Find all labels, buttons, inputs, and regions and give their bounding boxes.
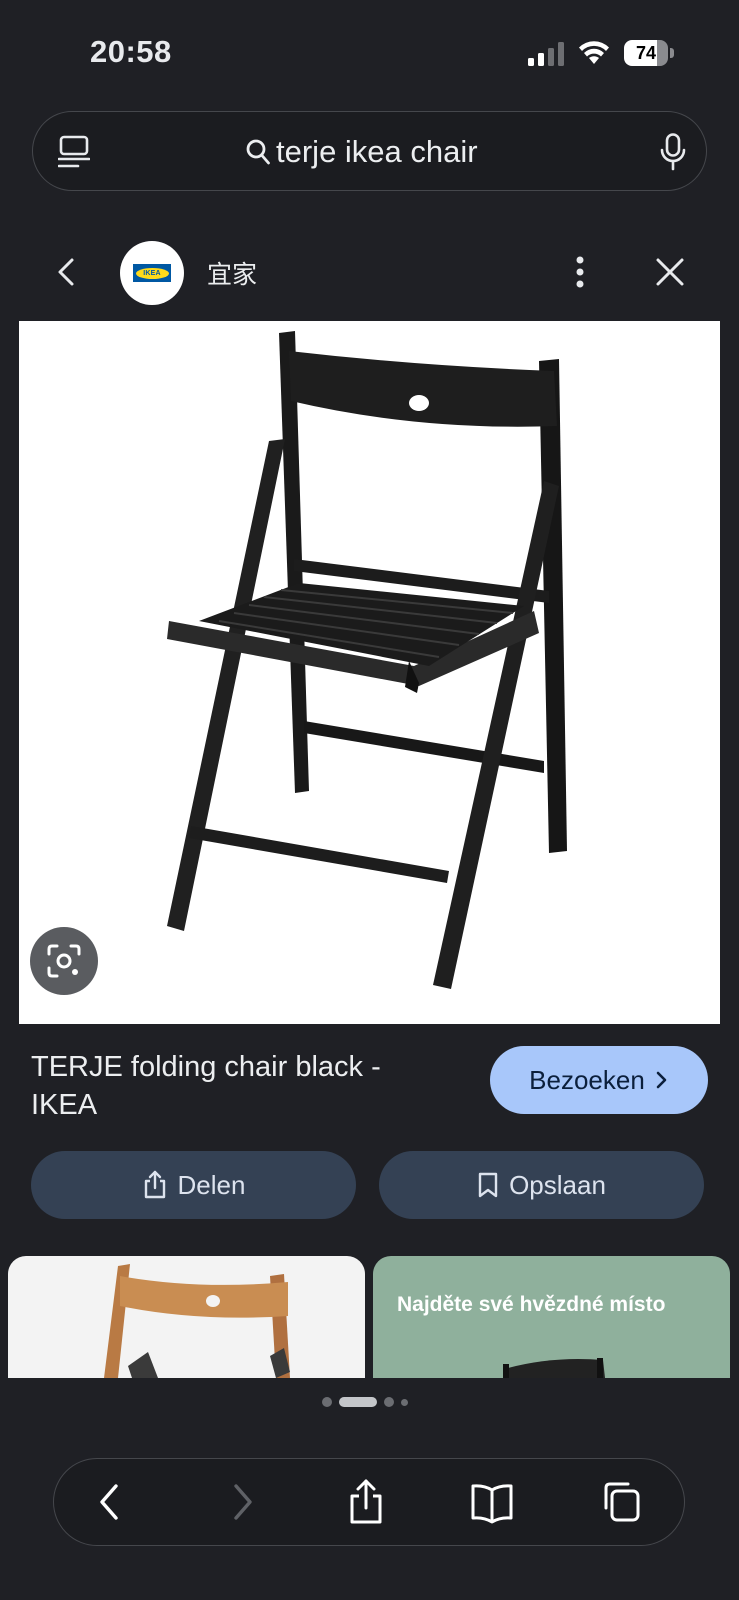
ikea-logo: IKEA: [133, 264, 171, 282]
related-result-2[interactable]: Najděte své hvězdné místo: [373, 1256, 730, 1378]
visit-button[interactable]: Bezoeken: [490, 1046, 708, 1114]
visit-label: Bezoeken: [529, 1064, 645, 1095]
result-title[interactable]: TERJE folding chair black - IKEA: [31, 1048, 431, 1124]
lens-search-button[interactable]: [30, 927, 98, 995]
page-dot: [322, 1397, 332, 1407]
page-dot: [384, 1397, 394, 1407]
save-label: Opslaan: [509, 1169, 606, 1200]
lens-menu-icon[interactable]: [58, 135, 90, 169]
wifi-icon: [579, 41, 609, 64]
forward-icon[interactable]: [220, 1478, 264, 1526]
share-button[interactable]: Delen: [31, 1151, 356, 1219]
bookmarks-icon[interactable]: [470, 1478, 514, 1526]
wood-chair-image: [104, 1264, 290, 1378]
tabs-icon[interactable]: [598, 1478, 642, 1526]
mic-icon[interactable]: [660, 133, 686, 171]
pagination-dots: [322, 1397, 408, 1407]
back-icon[interactable]: [52, 254, 82, 290]
search-icon: [246, 139, 270, 165]
search-query: terje ikea chair: [276, 134, 478, 169]
back-icon[interactable]: [88, 1478, 132, 1526]
battery-icon: 74: [624, 40, 674, 68]
more-icon[interactable]: [568, 252, 592, 292]
chevron-right-icon: [656, 1071, 667, 1089]
status-time: 20:58: [90, 34, 172, 69]
lens-camera-icon: [47, 944, 81, 978]
signal-icon: [528, 42, 564, 66]
black-chair-image: [167, 331, 567, 989]
search-field[interactable]: terje ikea chair: [246, 132, 478, 172]
share-icon[interactable]: [344, 1478, 388, 1526]
share-icon: [144, 1170, 165, 1199]
save-button[interactable]: Opslaan: [379, 1151, 704, 1219]
black-chair-thumb-image: [503, 1358, 605, 1378]
page-dot: [401, 1398, 408, 1406]
page-dot-active: [339, 1397, 377, 1407]
product-image[interactable]: [19, 321, 720, 1024]
site-name[interactable]: 宜家: [207, 255, 257, 291]
battery-percent: 74: [635, 43, 657, 63]
related-result-1[interactable]: [8, 1256, 365, 1378]
bookmark-icon: [478, 1172, 498, 1198]
share-label: Delen: [177, 1169, 246, 1200]
site-avatar[interactable]: IKEA: [120, 241, 184, 305]
close-icon[interactable]: [654, 256, 686, 288]
